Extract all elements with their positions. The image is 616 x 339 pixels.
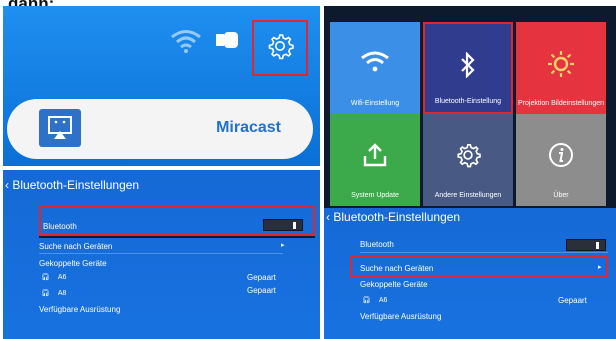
back-title[interactable]: ‹ Bluetooth-Einstellungen <box>326 210 460 224</box>
chevron-right-icon: ▸ <box>281 242 285 249</box>
tile-label: Wifi-Einstellung <box>350 100 400 107</box>
tile-label: Projektion Bildeinstellungen <box>518 100 604 107</box>
device-name: A6 <box>57 274 67 281</box>
sun-icon <box>547 50 575 83</box>
headphones-icon: 🎧︎ <box>41 274 50 281</box>
device-status: Gepaart <box>558 296 587 305</box>
device-status: Gepaart <box>247 286 276 295</box>
available-equipment-label: Verfügbare Ausrüstung <box>360 312 442 321</box>
paired-devices-label: Gekoppelte Geräte <box>39 259 107 268</box>
back-chevron-icon: ‹ <box>5 178 9 192</box>
available-equipment-label: Verfügbare Ausrüstung <box>39 305 121 314</box>
paired-devices-label: Gekoppelte Geräte <box>360 280 428 289</box>
tile-label: System Update <box>351 192 399 199</box>
divider <box>39 253 283 254</box>
bluetooth-settings-left: ‹ Bluetooth-Einstellungen Bluetooth Such… <box>3 170 320 339</box>
bluetooth-toggle[interactable] <box>263 219 303 231</box>
upload-icon <box>362 142 388 173</box>
cast-icon <box>39 109 81 147</box>
chevron-right-icon: ▸ <box>598 264 602 271</box>
miracast-label: Miracast <box>216 119 281 136</box>
tile-label: Andere Einstellungen <box>434 192 502 199</box>
headphones-icon: 🎧︎ <box>362 297 371 304</box>
tile-system-update[interactable]: System Update <box>330 114 420 206</box>
bluetooth-toggle[interactable] <box>566 239 606 251</box>
tile-bluetooth-settings[interactable]: Bluetooth-Einstellung <box>423 22 513 114</box>
back-chevron-icon: ‹ <box>326 210 330 224</box>
page-title: Bluetooth-Einstellungen <box>12 178 140 192</box>
status-bar <box>140 20 320 76</box>
headphones-icon: 🎧︎ <box>41 290 50 297</box>
search-devices-item[interactable]: Suche nach Geräten <box>39 242 112 251</box>
device-status: Gepaart <box>247 273 276 282</box>
tile-label: Bluetooth-Einstellung <box>434 98 502 105</box>
wifi-icon <box>360 50 390 79</box>
gear-icon <box>266 32 294 65</box>
settings-menu: Wifi-Einstellung Bluetooth-Einstellung P… <box>324 6 616 208</box>
page-title: Bluetooth-Einstellungen <box>333 210 461 224</box>
bluetooth-settings-right: ‹ Bluetooth-Einstellungen Bluetooth Such… <box>324 208 616 339</box>
info-icon <box>548 142 574 173</box>
gear-icon <box>455 142 481 173</box>
device-name: A6 <box>378 297 388 304</box>
bluetooth-icon <box>459 51 477 83</box>
tile-label: Über <box>553 192 569 199</box>
list-item[interactable]: 🎧︎ A6 <box>362 296 387 304</box>
wifi-icon <box>170 28 202 59</box>
bluetooth-label: Bluetooth <box>360 240 394 249</box>
search-devices-item[interactable]: Suche nach Geräten <box>360 264 433 273</box>
bluetooth-label: Bluetooth <box>43 222 77 231</box>
home-screen: Miracast <box>3 6 320 166</box>
tile-about[interactable]: Über <box>516 114 606 206</box>
back-title[interactable]: ‹ Bluetooth-Einstellungen <box>5 178 139 192</box>
list-item[interactable]: 🎧︎ A8 <box>41 289 66 297</box>
tile-wifi-settings[interactable]: Wifi-Einstellung <box>330 22 420 114</box>
list-item[interactable]: 🎧︎ A6 <box>41 273 66 281</box>
divider <box>39 236 315 238</box>
settings-gear-button[interactable] <box>252 20 308 76</box>
miracast-app-button[interactable]: Miracast <box>7 99 313 159</box>
usb-icon <box>216 32 242 53</box>
tile-other-settings[interactable]: Andere Einstellungen <box>423 114 513 206</box>
tile-projection-settings[interactable]: Projektion Bildeinstellungen <box>516 22 606 114</box>
divider <box>360 252 608 253</box>
device-name: A8 <box>57 290 67 297</box>
